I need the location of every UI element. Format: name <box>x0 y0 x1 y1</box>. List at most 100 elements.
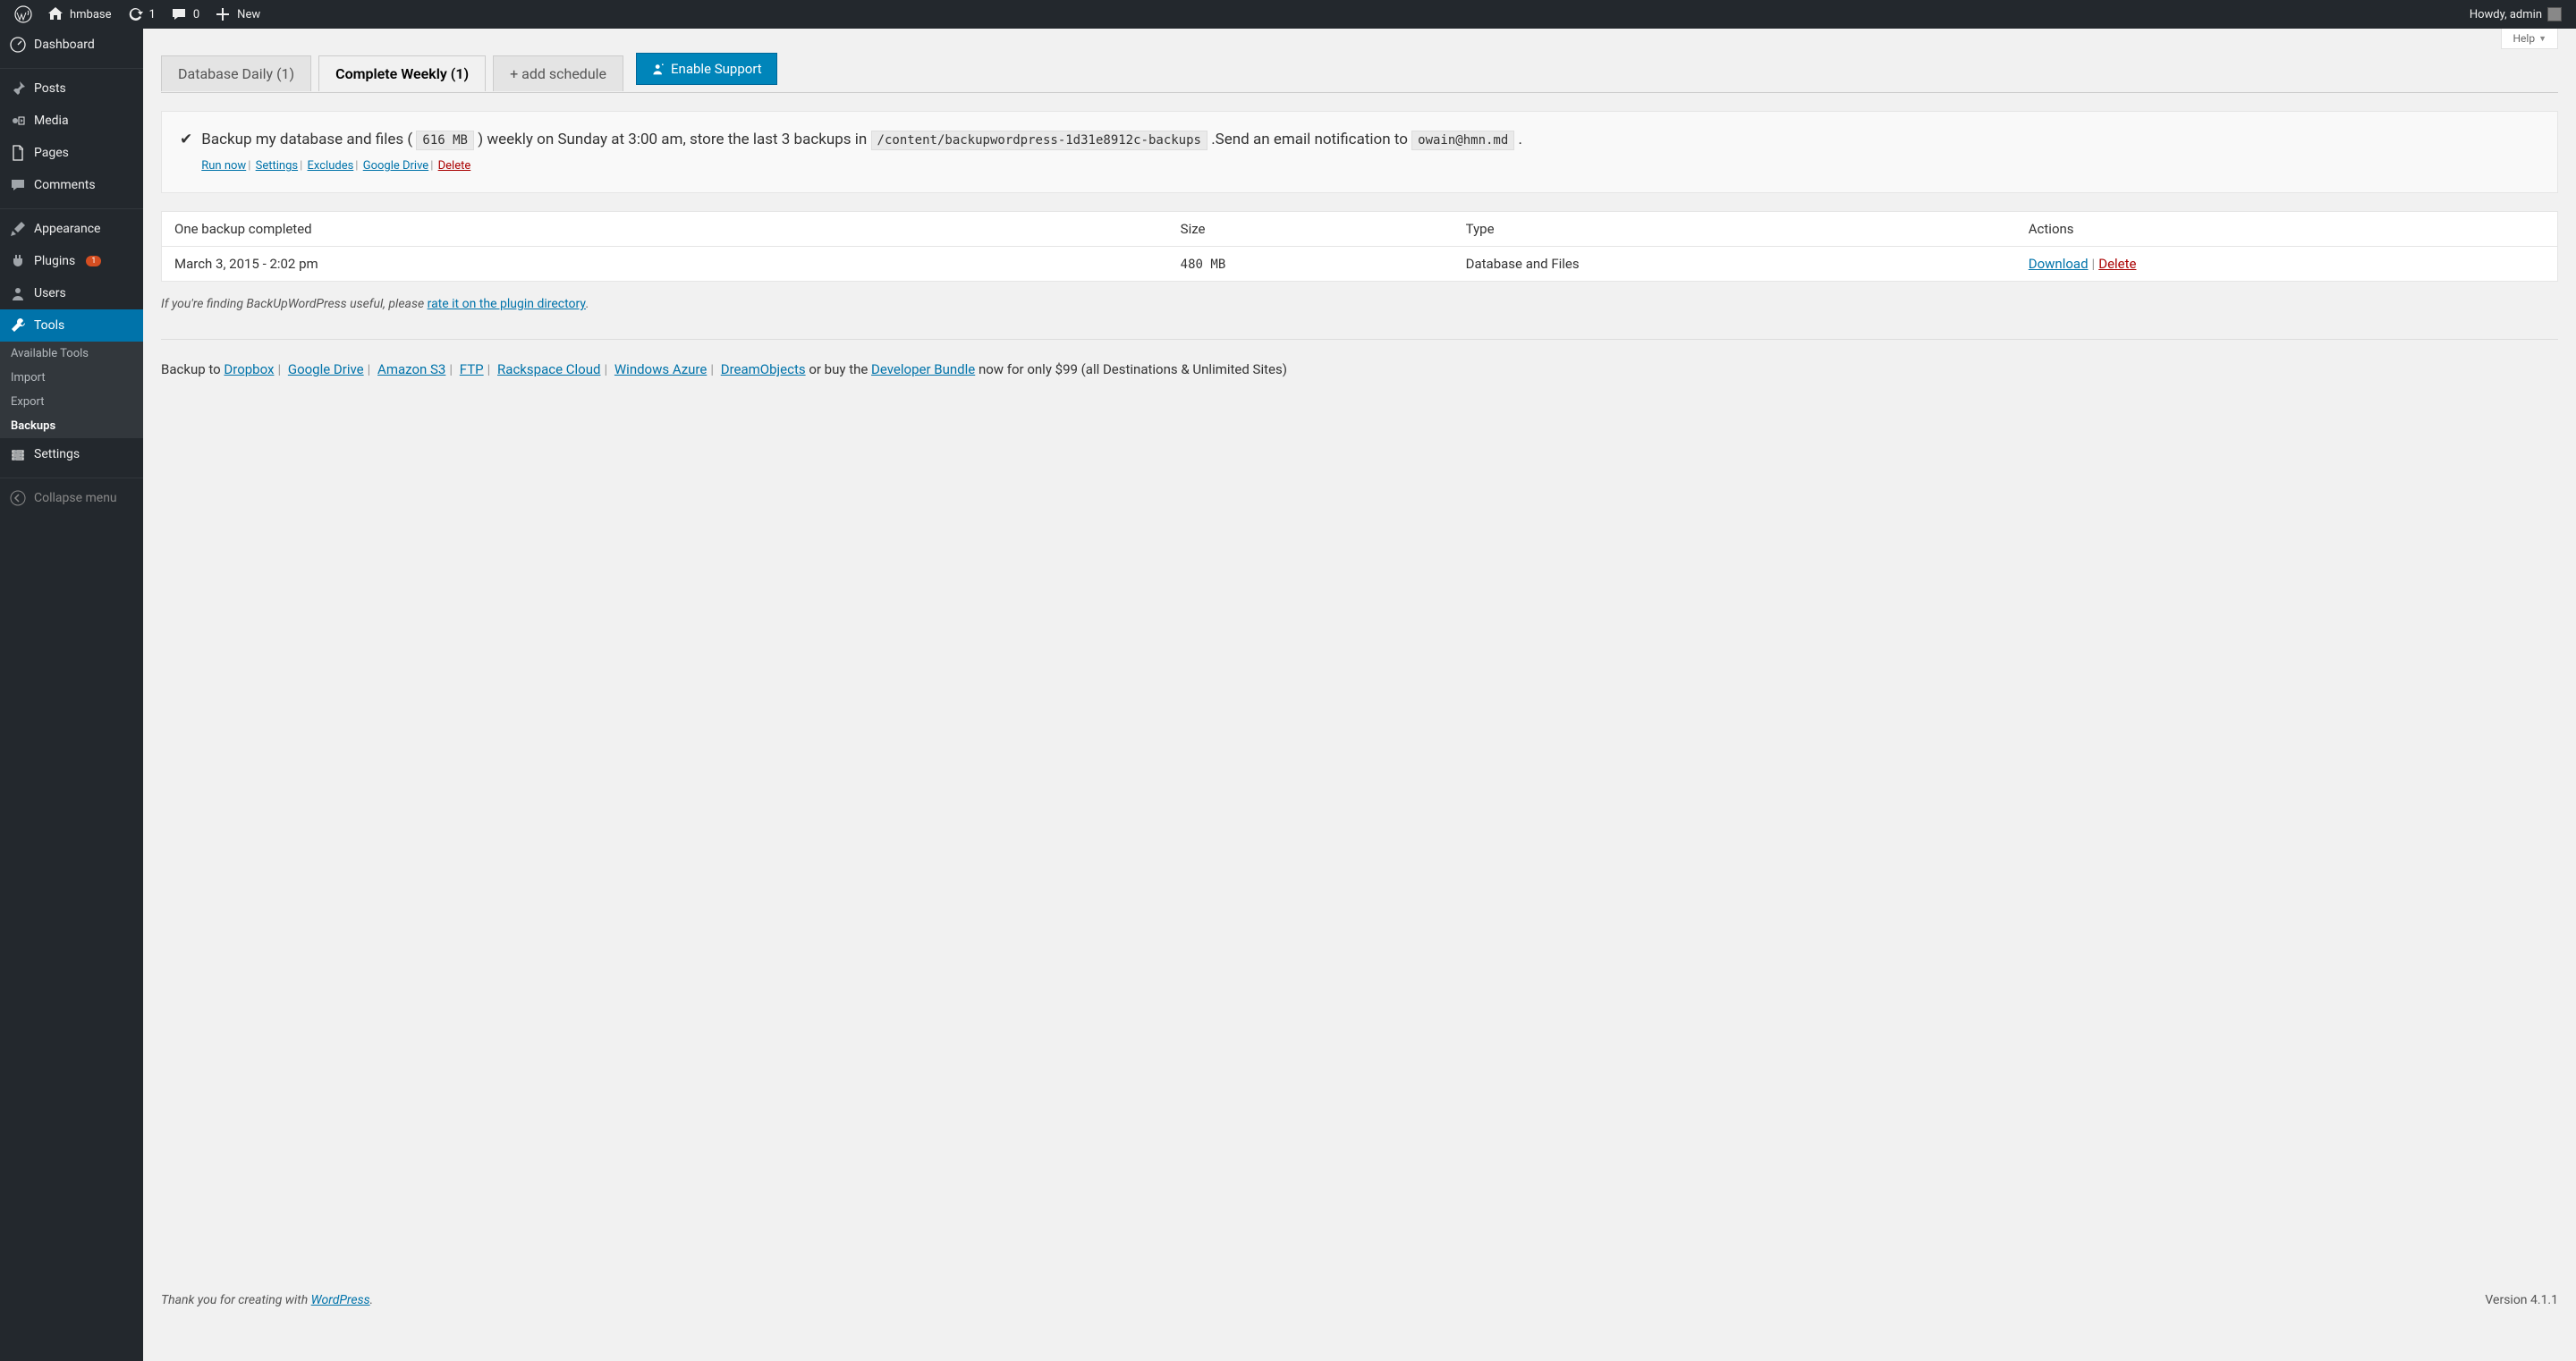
menu-pages[interactable]: Pages <box>0 137 143 169</box>
enable-support-label: Enable Support <box>671 61 762 77</box>
menu-label: Comments <box>34 178 96 192</box>
dest-ftp[interactable]: FTP <box>460 361 484 377</box>
refresh-icon <box>126 5 144 23</box>
comments-link[interactable]: 0 <box>163 0 207 29</box>
menu-label: Settings <box>34 447 80 461</box>
help-button[interactable]: Help ▼ <box>2501 29 2558 49</box>
menu-label: Posts <box>34 81 66 96</box>
main-content: Help ▼ Database Daily (1) Complete Weekl… <box>143 29 2576 1361</box>
schedule-tabs: Database Daily (1) Complete Weekly (1) +… <box>161 53 2558 93</box>
dest-google-drive[interactable]: Google Drive <box>288 361 364 377</box>
comments-count: 0 <box>193 8 199 21</box>
updates-count: 1 <box>149 8 156 21</box>
separator <box>0 64 143 69</box>
delete-schedule-link[interactable]: Delete <box>438 159 471 173</box>
excludes-link[interactable]: Excludes <box>308 159 354 173</box>
dest-dreamobjects[interactable]: DreamObjects <box>721 361 806 377</box>
backup-row-type: Database and Files <box>1453 246 2016 281</box>
menu-posts[interactable]: Posts <box>0 72 143 105</box>
menu-users[interactable]: Users <box>0 277 143 309</box>
price-text: now for only $99 (all Destinations & Unl… <box>975 361 1287 377</box>
comment-icon <box>9 176 27 194</box>
tab-add-schedule[interactable]: + add schedule <box>493 55 623 91</box>
menu-comments[interactable]: Comments <box>0 169 143 201</box>
admin-sidebar: Dashboard Posts Media Pages Comments App… <box>0 29 143 1361</box>
notification-email: owain@hmn.md <box>1411 131 1514 150</box>
enable-support-button[interactable]: Enable Support <box>636 53 777 85</box>
menu-settings[interactable]: Settings <box>0 438 143 470</box>
settings-icon <box>9 445 27 463</box>
brush-icon <box>9 220 27 238</box>
collapse-menu[interactable]: Collapse menu <box>0 482 143 514</box>
backup-destinations: Backup to Dropbox| Google Drive| Amazon … <box>161 339 2558 377</box>
submenu-available-tools[interactable]: Available Tools <box>0 342 143 366</box>
checkmark-icon: ✔ <box>180 128 192 176</box>
new-link[interactable]: New <box>207 0 267 29</box>
account-link[interactable]: Howdy, admin <box>2462 0 2569 29</box>
user-plus-icon <box>651 62 665 76</box>
schedule-sentence: ✔ Backup my database and files ( 616 MB … <box>161 111 2558 193</box>
separator <box>0 205 143 209</box>
col-completed: One backup completed <box>162 211 1168 246</box>
dest-azure[interactable]: Windows Azure <box>614 361 707 377</box>
footer-text: Thank you for creating with <box>161 1293 311 1307</box>
site-link[interactable]: hmbase <box>39 0 119 29</box>
run-now-link[interactable]: Run now <box>201 159 246 173</box>
menu-media[interactable]: Media <box>0 105 143 137</box>
wordpress-link[interactable]: WordPress <box>311 1293 370 1307</box>
updates-link[interactable]: 1 <box>119 0 163 29</box>
page-footer: Thank you for creating with WordPress. V… <box>161 1257 2558 1307</box>
plugin-update-badge: 1 <box>86 256 101 266</box>
menu-appearance[interactable]: Appearance <box>0 213 143 245</box>
delete-backup-link[interactable]: Delete <box>2098 256 2136 272</box>
wordpress-icon <box>14 5 32 23</box>
menu-plugins[interactable]: Plugins 1 <box>0 245 143 277</box>
wp-logo[interactable] <box>7 0 39 29</box>
or-buy-text: or buy the <box>809 361 871 377</box>
submenu-export[interactable]: Export <box>0 390 143 414</box>
new-label: New <box>237 8 260 21</box>
rate-plugin-link[interactable]: rate it on the plugin directory <box>428 297 586 311</box>
download-link[interactable]: Download <box>2029 256 2089 272</box>
pin-icon <box>9 80 27 97</box>
dest-dropbox[interactable]: Dropbox <box>224 361 274 377</box>
media-icon <box>9 112 27 130</box>
chevron-down-icon: ▼ <box>2538 34 2546 44</box>
wrench-icon <box>9 317 27 334</box>
tab-complete-weekly[interactable]: Complete Weekly (1) <box>318 55 486 91</box>
settings-link[interactable]: Settings <box>256 159 298 173</box>
table-row: March 3, 2015 - 2:02 pm 480 MB Database … <box>162 246 2558 281</box>
backup-row-size: 480 MB <box>1181 258 1226 272</box>
promo-text: . <box>586 297 589 311</box>
backup-path: /content/backupwordpress-1d31e8912c-back… <box>871 131 1208 150</box>
plugin-icon <box>9 252 27 270</box>
tab-database-daily[interactable]: Database Daily (1) <box>161 55 311 91</box>
help-label: Help <box>2512 32 2535 45</box>
menu-tools[interactable]: Tools <box>0 309 143 342</box>
sentence-text: ) weekly on Sunday at 3:00 am, store the… <box>478 131 867 148</box>
submenu-backups[interactable]: Backups <box>0 414 143 438</box>
col-type: Type <box>1453 211 2016 246</box>
sentence-text: . <box>1519 131 1522 148</box>
admin-bar: hmbase 1 0 New Howdy, admin <box>0 0 2576 29</box>
separator <box>0 474 143 478</box>
sentence-text: Backup my database and files ( <box>201 131 412 148</box>
backups-table: One backup completed Size Type Actions M… <box>161 211 2558 282</box>
menu-label: Plugins <box>34 254 75 268</box>
footer-text: . <box>370 1293 374 1307</box>
col-actions: Actions <box>2016 211 2558 246</box>
tools-submenu: Available Tools Import Export Backups <box>0 342 143 438</box>
version-text: Version 4.1.1 <box>2485 1293 2558 1307</box>
menu-label: Users <box>34 286 66 300</box>
collapse-icon <box>9 489 27 507</box>
google-drive-link[interactable]: Google Drive <box>363 159 428 173</box>
menu-dashboard[interactable]: Dashboard <box>0 29 143 61</box>
menu-label: Media <box>34 114 69 128</box>
dest-rackspace[interactable]: Rackspace Cloud <box>497 361 600 377</box>
col-size: Size <box>1168 211 1453 246</box>
dest-amazon-s3[interactable]: Amazon S3 <box>377 361 445 377</box>
collapse-label: Collapse menu <box>34 491 117 505</box>
developer-bundle-link[interactable]: Developer Bundle <box>871 361 975 377</box>
submenu-import[interactable]: Import <box>0 366 143 390</box>
rating-prompt: If you're finding BackUpWordPress useful… <box>161 294 2558 314</box>
